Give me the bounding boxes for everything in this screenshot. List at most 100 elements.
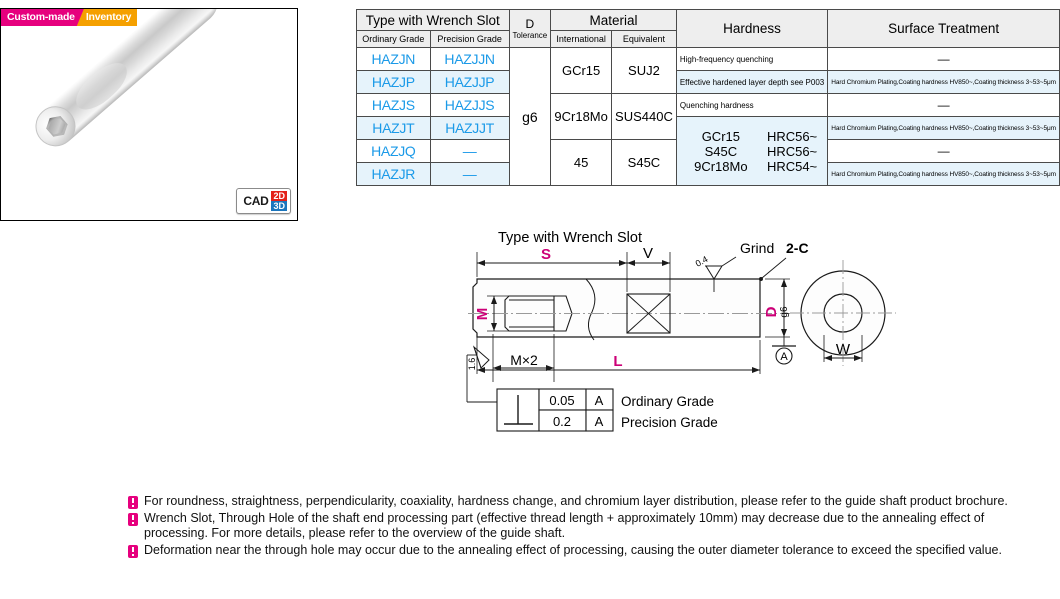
hardness-material: S45C: [704, 143, 738, 159]
cad-format-stack: 2D 3D: [271, 191, 287, 211]
grind-value: 0.4: [694, 254, 710, 269]
tolerance-value-precision: 0.2: [553, 414, 571, 429]
note-item: For roundness, straightness, perpendicul…: [128, 494, 1028, 510]
table-row[interactable]: HAZJS HAZJJS 9Cr18Mo SUS440C Quenching h…: [356, 93, 1060, 140]
shaft-body: [27, 9, 226, 155]
header-material-group: Material: [550, 9, 677, 31]
hardness-value-table: GCr15 HRC56~ S45C HRC56~ 9Cr18Mo HRC54~: [682, 129, 824, 174]
cell-ordinary-code[interactable]: HAZJN: [356, 47, 431, 71]
note-text: Wrench Slot, Through Hole of the shaft e…: [144, 510, 985, 541]
dim-label-thread: M×2: [510, 352, 538, 368]
cell-surface-plating: Hard Chromium Plating,Coating hardness H…: [827, 70, 1060, 94]
cell-hardness-line2: Effective hardened layer depth see P003: [675, 70, 829, 94]
cell-precision-code[interactable]: HAZJJT: [429, 116, 510, 140]
header-type-group: Type with Wrench Slot: [356, 9, 510, 31]
hardness-value-row: GCr15 HRC56~: [682, 129, 824, 144]
header-d-label: D: [525, 17, 535, 31]
header-tolerance-label: Tolerance: [512, 31, 548, 40]
header-ordinary-grade: Ordinary Grade: [356, 30, 431, 48]
hardness-value-row: 9Cr18Mo HRC54~: [682, 159, 824, 174]
tolerance-label-ordinary: Ordinary Grade: [621, 394, 714, 409]
header-d-tolerance: D Tolerance: [508, 9, 552, 48]
cell-precision-code: —: [429, 162, 510, 186]
dim-label-m: M: [474, 308, 491, 321]
technical-drawing: Type with Wrench Slot S V M 1.6 M×2 Grin…: [0, 222, 1060, 472]
shaft-end-face: [27, 98, 84, 155]
dim-label-s: S: [541, 246, 551, 263]
header-surface-treatment: Surface Treatment: [827, 9, 1060, 48]
product-photo-panel: Custom-made Inventory CAD 2D 3D: [0, 8, 298, 221]
hardness-value-row: S45C HRC56~: [682, 144, 824, 159]
table-row[interactable]: HAZJT HAZJJT GCr15 HRC56~ S45C HRC56~ 9C…: [356, 116, 1060, 186]
dim-label-d: D: [763, 306, 780, 317]
tolerance-label-precision: Precision Grade: [621, 415, 718, 430]
tolerance-datum-ordinary: A: [595, 393, 604, 408]
cell-international: 9Cr18Mo: [550, 93, 613, 140]
cad-label: CAD: [243, 194, 269, 208]
warning-icon: [128, 512, 138, 526]
table-row[interactable]: HAZJN HAZJJN g6 GCr15 SUJ2 High-frequenc…: [356, 47, 1060, 186]
cell-hardness-values: GCr15 HRC56~ S45C HRC56~ 9Cr18Mo HRC54~: [675, 116, 829, 186]
cell-precision-code: —: [429, 139, 510, 163]
dim-label-l: L: [613, 353, 622, 370]
dimension-thread: M×2: [492, 334, 555, 382]
hardness-material: 9Cr18Mo: [694, 158, 748, 174]
cell-international: 45: [550, 139, 613, 186]
cell-ordinary-code[interactable]: HAZJQ: [356, 139, 431, 163]
dim-label-v: V: [643, 245, 653, 262]
cell-international: GCr15: [550, 47, 613, 94]
footnotes: For roundness, straightness, perpendicul…: [128, 494, 1028, 559]
drawing-title: Type with Wrench Slot: [498, 230, 642, 246]
dim-label-d-tolerance: g6: [779, 306, 790, 318]
cell-surface-none: —: [827, 93, 1060, 117]
dimension-d: D g6: [763, 278, 790, 338]
shaft-wrench-flat: [68, 55, 135, 118]
note-item: Wrench Slot, Through Hole of the shaft e…: [128, 511, 1028, 542]
cad-3d-chip[interactable]: 3D: [271, 201, 287, 211]
cell-hardness-line3: Quenching hardness: [675, 93, 829, 117]
badge-inventory: Inventory: [76, 9, 138, 26]
hardness-hrc: HRC56~: [766, 143, 818, 159]
cell-surface-none: —: [827, 139, 1060, 163]
roughness-symbol-1-6: 1.6: [467, 345, 490, 371]
tolerance-value-ordinary: 0.05: [549, 393, 574, 408]
chamfer-label: 2-C: [786, 240, 809, 256]
cad-download-badge[interactable]: CAD 2D 3D: [236, 188, 291, 214]
datum-a-marker: A: [772, 337, 796, 365]
shaft-outline: [472, 278, 761, 338]
note-item: Deformation near the through hole may oc…: [128, 543, 1028, 559]
warning-icon: [128, 544, 138, 558]
table-header-row-1: Type with Wrench Slot D Tolerance Materi…: [356, 9, 1060, 48]
cell-hardness-line1: High-frequency quenching: [675, 47, 829, 71]
cell-ordinary-code[interactable]: HAZJP: [356, 70, 431, 94]
roughness-value: 1.6: [467, 358, 477, 371]
header-equivalent: Equivalent: [611, 30, 677, 48]
cell-ordinary-code[interactable]: HAZJT: [356, 116, 431, 140]
header-precision-grade: Precision Grade: [429, 30, 510, 48]
tolerance-frame: 0.05 0.2 A A Ordinary Grade Precision Gr…: [496, 388, 718, 432]
note-text: Deformation near the through hole may oc…: [144, 542, 1002, 557]
cell-precision-code[interactable]: HAZJJP: [429, 70, 510, 94]
cell-equivalent: SUJ2: [611, 47, 677, 94]
badge-row: Custom-made Inventory: [1, 9, 138, 26]
hex-socket-icon: [41, 111, 72, 142]
cad-2d-chip[interactable]: 2D: [271, 191, 287, 201]
warning-icon: [128, 496, 138, 509]
datum-a-label: A: [780, 351, 788, 363]
cell-equivalent: SUS440C: [611, 93, 677, 140]
cell-surface-plating: Hard Chromium Plating,Coating hardness H…: [827, 116, 1060, 140]
note-text: For roundness, straightness, perpendicul…: [144, 494, 1008, 508]
specification-table: Type with Wrench Slot D Tolerance Materi…: [356, 9, 1060, 186]
cell-precision-code[interactable]: HAZJJN: [429, 47, 510, 71]
table-row[interactable]: HAZJP HAZJJP Effective hardened layer de…: [356, 70, 1060, 94]
cell-surface-plating: Hard Chromium Plating,Coating hardness H…: [827, 162, 1060, 186]
dim-label-w: W: [836, 341, 851, 358]
tolerance-datum-precision: A: [595, 414, 604, 429]
cell-ordinary-code[interactable]: HAZJS: [356, 93, 431, 117]
cell-precision-code[interactable]: HAZJJS: [429, 93, 510, 117]
hardness-hrc: HRC56~: [766, 128, 818, 144]
cell-ordinary-code[interactable]: HAZJR: [356, 162, 431, 186]
header-international: International: [550, 30, 613, 48]
cell-d-tolerance: g6: [508, 47, 552, 186]
header-hardness: Hardness: [675, 9, 829, 48]
